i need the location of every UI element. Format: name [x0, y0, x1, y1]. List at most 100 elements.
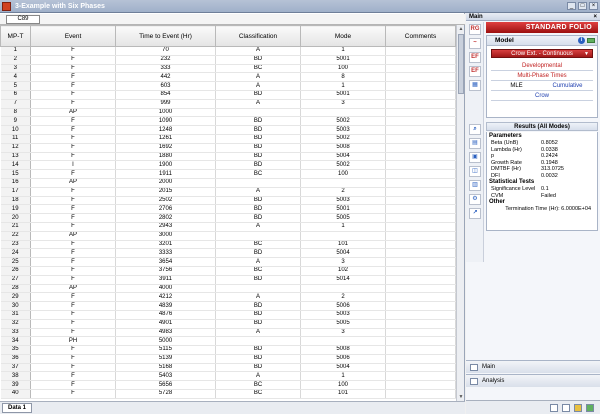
table-cell[interactable]: F	[30, 204, 116, 215]
table-cell[interactable]: 5001	[300, 90, 386, 100]
column-header[interactable]: Classification	[215, 25, 301, 47]
row-number[interactable]: 35	[0, 345, 31, 355]
column-header[interactable]: Comments	[385, 25, 456, 47]
table-cell[interactable]: 4000	[115, 284, 216, 294]
table-cell[interactable]	[385, 90, 456, 100]
table-cell[interactable]: 5002	[300, 160, 386, 171]
multiphase-times-option[interactable]: Multi-Phase Times	[491, 71, 593, 81]
table-cell[interactable]: BD	[215, 213, 301, 223]
table-cell[interactable]: F	[30, 213, 116, 223]
table-cell[interactable]: BC	[215, 64, 301, 74]
table-cell[interactable]	[385, 380, 456, 391]
row-number[interactable]: 22	[0, 231, 31, 241]
table-cell[interactable]	[300, 178, 386, 188]
calculator-icon[interactable]: ▦	[469, 80, 481, 91]
table-cell[interactable]: F	[30, 90, 116, 100]
table-cell[interactable]: 5014	[300, 275, 386, 285]
table-cell[interactable]	[385, 275, 456, 285]
table-cell[interactable]: 333	[115, 64, 216, 74]
crow-option[interactable]: Crow	[491, 91, 593, 101]
row-number[interactable]: 25	[0, 257, 31, 267]
maximize-button[interactable]: □	[578, 2, 587, 10]
scrollbar-thumb[interactable]	[458, 34, 464, 94]
table-cell[interactable]	[385, 125, 456, 135]
row-number[interactable]: 20	[0, 213, 31, 223]
table-cell[interactable]: F	[30, 292, 116, 303]
plot-tool-icon[interactable]: ~	[469, 38, 481, 49]
row-number[interactable]: 29	[0, 292, 31, 303]
table-cell[interactable]: F	[30, 275, 116, 285]
table-cell[interactable]: F	[30, 310, 116, 320]
scroll-up-icon[interactable]: ▲	[457, 25, 465, 33]
table-cell[interactable]: 2502	[115, 196, 216, 206]
row-number[interactable]: 18	[0, 196, 31, 206]
table-cell[interactable]: A	[215, 187, 301, 197]
table-cell[interactable]	[300, 284, 386, 294]
table-cell[interactable]	[385, 328, 456, 338]
table-cell[interactable]: F	[30, 319, 116, 329]
table-cell[interactable]: 5000	[115, 336, 216, 347]
table-cell[interactable]	[385, 160, 456, 171]
table-cell[interactable]: F	[30, 143, 116, 153]
row-number[interactable]: 6	[0, 90, 31, 100]
table-cell[interactable]: 5006	[300, 354, 386, 364]
row-number[interactable]: 39	[0, 380, 31, 391]
table-cell[interactable]	[385, 152, 456, 162]
row-number[interactable]: 34	[0, 336, 31, 347]
table-cell[interactable]: 3201	[115, 240, 216, 250]
row-number[interactable]: 31	[0, 310, 31, 320]
table-cell[interactable]: A	[215, 72, 301, 83]
table-cell[interactable]: 232	[115, 55, 216, 65]
table-cell[interactable]	[385, 187, 456, 197]
column-header[interactable]: Mode	[300, 25, 386, 47]
row-number[interactable]: 10	[0, 125, 31, 135]
table-cell[interactable]	[385, 169, 456, 179]
table-cell[interactable]	[215, 108, 301, 118]
table-cell[interactable]: 5001	[300, 204, 386, 215]
row-number[interactable]: 24	[0, 248, 31, 259]
table-cell[interactable]: BD	[215, 143, 301, 153]
table-cell[interactable]: 603	[115, 81, 216, 91]
table-cell[interactable]	[385, 248, 456, 259]
table-cell[interactable]: AP	[30, 231, 116, 241]
table-cell[interactable]: 2802	[115, 213, 216, 223]
table-cell[interactable]	[385, 64, 456, 74]
table-cell[interactable]: F	[30, 72, 116, 83]
folder-icon[interactable]	[574, 404, 582, 412]
table-cell[interactable]: 2015	[115, 187, 216, 197]
table-cell[interactable]	[385, 319, 456, 329]
table-cell[interactable]: F	[30, 116, 116, 127]
row-number[interactable]: 30	[0, 301, 31, 311]
table-cell[interactable]	[385, 213, 456, 223]
cell-reference-box[interactable]: C89	[6, 15, 40, 24]
table-cell[interactable]: 100	[300, 169, 386, 179]
table-cell[interactable]: BD	[215, 55, 301, 65]
table-cell[interactable]: A	[215, 46, 301, 56]
table-cell[interactable]	[385, 72, 456, 83]
table-cell[interactable]: 3	[300, 328, 386, 338]
table-cell[interactable]: 1692	[115, 143, 216, 153]
table-cell[interactable]: 5008	[300, 143, 386, 153]
table-cell[interactable]: 100	[300, 64, 386, 74]
table-cell[interactable]: 1880	[115, 152, 216, 162]
table-cell[interactable]: 1090	[115, 116, 216, 127]
table-cell[interactable]: 3654	[115, 257, 216, 267]
table-cell[interactable]: 2	[300, 292, 386, 303]
table-cell[interactable]: BD	[215, 301, 301, 311]
table-cell[interactable]: 1248	[115, 125, 216, 135]
table-cell[interactable]: 5168	[115, 363, 216, 373]
table-cell[interactable]: F	[30, 222, 116, 232]
table-cell[interactable]: BD	[215, 152, 301, 162]
table-cell[interactable]: F	[30, 134, 116, 144]
table-cell[interactable]	[385, 134, 456, 144]
vertical-scrollbar[interactable]: ▲ ▼	[456, 25, 464, 401]
table-cell[interactable]: F	[30, 371, 116, 382]
calculate-icon[interactable]: ▣	[469, 152, 481, 163]
table-cell[interactable]: 8	[300, 72, 386, 83]
table-cell[interactable]: 3333	[115, 248, 216, 259]
table-cell[interactable]: 5004	[300, 248, 386, 259]
row-number[interactable]: 14	[0, 160, 31, 171]
row-number[interactable]: 11	[0, 134, 31, 144]
table-cell[interactable]	[385, 231, 456, 241]
table-cell[interactable]: F	[30, 125, 116, 135]
